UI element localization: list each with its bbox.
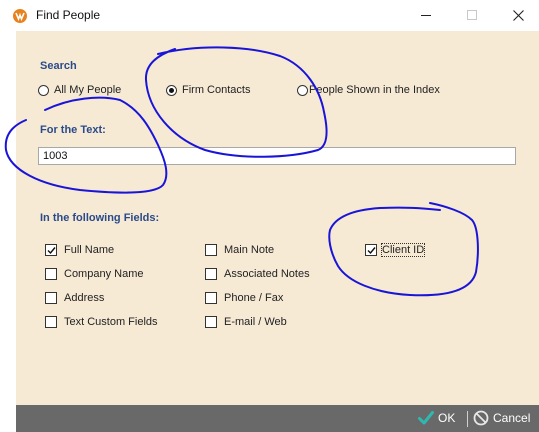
checkbox-full-name[interactable]: Full Name: [45, 244, 114, 256]
checkbox-unchecked: [205, 292, 217, 304]
radio-label: People Shown in the Index: [309, 84, 440, 96]
minimize-icon: [421, 15, 431, 16]
checkbox-label: Associated Notes: [224, 268, 310, 280]
button-divider: [467, 411, 468, 427]
checkbox-label: Phone / Fax: [224, 292, 284, 304]
checkbox-unchecked: [205, 316, 217, 328]
radio-button-off: [38, 84, 49, 96]
checkbox-phone-fax[interactable]: Phone / Fax: [205, 292, 283, 304]
ok-label: OK: [438, 411, 456, 425]
checkbox-checked: [365, 244, 377, 256]
cancel-icon: [473, 410, 489, 426]
checkbox-unchecked: [205, 268, 217, 280]
checkbox-label: Main Note: [224, 244, 275, 256]
app-logo-icon: [12, 8, 28, 24]
checkbox-email-web[interactable]: E-mail / Web: [205, 316, 287, 328]
checkbox-address[interactable]: Address: [45, 292, 104, 304]
checkbox-checked: [45, 244, 57, 256]
minimize-button[interactable]: [403, 0, 449, 31]
checkbox-company-name[interactable]: Company Name: [45, 268, 143, 280]
maximize-button[interactable]: [449, 0, 495, 31]
checkbox-label: Address: [64, 292, 105, 304]
title-bar: Find People: [0, 0, 539, 31]
cancel-button[interactable]: Cancel: [473, 410, 530, 426]
fields-label: In the following Fields:: [40, 212, 160, 224]
close-button[interactable]: [495, 0, 539, 31]
checkbox-unchecked: [45, 316, 57, 328]
checkbox-label: E-mail / Web: [224, 316, 287, 328]
radio-label: Firm Contacts: [182, 84, 251, 96]
ok-button[interactable]: OK: [418, 410, 455, 426]
checkmark-icon: [367, 247, 376, 255]
radio-label: All My People: [54, 84, 122, 96]
checkbox-text-custom-fields[interactable]: Text Custom Fields: [45, 316, 158, 328]
dialog-footer: OK Cancel: [16, 405, 539, 432]
checkmark-icon: [47, 247, 56, 255]
radio-button-off: [297, 84, 308, 96]
checkmark-icon: [418, 411, 434, 425]
radio-firm-contacts[interactable]: Firm Contacts: [166, 84, 250, 96]
close-icon: [513, 10, 524, 21]
radio-all-my-people[interactable]: All My People: [38, 84, 121, 96]
checkbox-label: Company Name: [64, 268, 144, 280]
checkbox-client-id[interactable]: Client ID: [365, 243, 426, 257]
radio-button-on: [166, 84, 177, 96]
maximize-icon: [467, 10, 477, 20]
checkbox-unchecked: [205, 244, 217, 256]
find-people-panel: Search All My People Firm Contacts Peopl…: [16, 31, 539, 405]
checkbox-associated-notes[interactable]: Associated Notes: [205, 268, 310, 280]
checkbox-unchecked: [45, 292, 57, 304]
cancel-label: Cancel: [493, 411, 531, 425]
checkbox-label: Text Custom Fields: [64, 316, 158, 328]
radio-people-shown-in-index[interactable]: People Shown in the Index: [297, 84, 440, 96]
search-text-input[interactable]: 1003: [38, 147, 516, 165]
checkbox-label: Client ID: [380, 243, 426, 257]
window-title: Find People: [36, 8, 101, 22]
search-label: Search: [40, 60, 77, 72]
checkbox-label: Full Name: [64, 244, 115, 256]
checkbox-unchecked: [45, 268, 57, 280]
for-the-text-label: For the Text:: [40, 124, 106, 136]
checkbox-main-note[interactable]: Main Note: [205, 244, 274, 256]
